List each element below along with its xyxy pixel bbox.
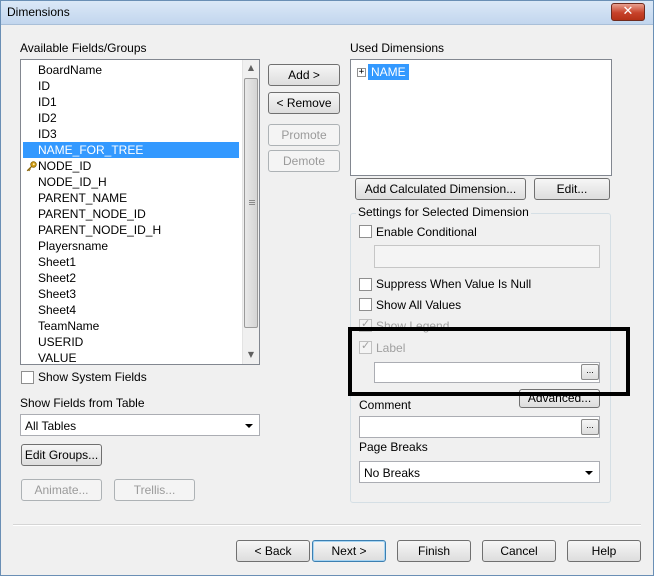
highlight-annotation-rectangle [348, 327, 630, 396]
show-fields-from-table-label: Show Fields from Table [20, 396, 145, 410]
list-item[interactable]: ID1 [38, 94, 57, 110]
list-item[interactable]: Sheet4 [38, 302, 76, 318]
comment-input[interactable] [359, 416, 600, 438]
enable-conditional-label: Enable Conditional [376, 225, 477, 239]
add-button[interactable]: Add > [268, 64, 340, 86]
list-item[interactable]: PARENT_NAME [38, 190, 127, 206]
list-item[interactable]: TeamName [38, 318, 99, 334]
scroll-up-arrow-icon[interactable]: ▲ [243, 60, 259, 76]
add-calculated-dimension-button[interactable]: Add Calculated Dimension... [355, 178, 526, 200]
cancel-button[interactable]: Cancel [482, 540, 556, 562]
list-item[interactable]: ID2 [38, 110, 57, 126]
animate-button[interactable]: Animate... [21, 479, 102, 501]
edit-groups-button[interactable]: Edit Groups... [21, 444, 102, 466]
dimensions-dialog: Dimensions ✕ Available Fields/Groups Boa… [0, 0, 654, 576]
list-item[interactable]: VALUE [38, 350, 76, 366]
list-item[interactable]: PARENT_NODE_ID [38, 206, 146, 222]
list-item[interactable]: NODE_ID_H [38, 174, 107, 190]
show-system-fields-label: Show System Fields [38, 370, 147, 384]
used-dimensions-label: Used Dimensions [350, 41, 445, 55]
comment-label: Comment [359, 398, 412, 412]
close-button[interactable]: ✕ [611, 3, 645, 21]
promote-button[interactable]: Promote [268, 124, 340, 146]
chevron-down-icon [245, 424, 253, 428]
list-item[interactable]: Playersname [38, 238, 108, 254]
list-item[interactable]: ID3 [38, 126, 57, 142]
key-icon [26, 161, 37, 172]
available-fields-list[interactable]: BoardName ID ID1 ID2 ID3 NAME_FOR_TREE NODE_ID… [20, 59, 260, 365]
finish-button[interactable]: Finish [397, 540, 471, 562]
window-title: Dimensions [7, 5, 70, 19]
scroll-down-arrow-icon[interactable]: ▼ [243, 347, 259, 363]
remove-button[interactable]: < Remove [268, 92, 340, 114]
expand-icon[interactable]: + [357, 68, 366, 77]
suppress-null-checkbox[interactable] [359, 278, 372, 291]
close-icon: ✕ [622, 4, 634, 19]
footer-separator [13, 524, 641, 526]
used-dimensions-tree[interactable]: + NAME [350, 59, 612, 176]
help-button[interactable]: Help [567, 540, 641, 562]
settings-group-title: Settings for Selected Dimension [356, 205, 531, 219]
edit-button[interactable]: Edit... [534, 178, 610, 200]
list-item[interactable]: BoardName [38, 62, 102, 78]
back-button[interactable]: < Back [236, 540, 310, 562]
available-fields-scrollbar[interactable]: ▲ ▼ [242, 60, 259, 364]
enable-conditional-checkbox[interactable] [359, 225, 372, 238]
next-button[interactable]: Next > [312, 540, 386, 562]
list-item[interactable]: Sheet3 [38, 286, 76, 302]
list-item[interactable]: Sheet2 [38, 270, 76, 286]
scrollbar-thumb[interactable] [244, 78, 258, 328]
table-select[interactable]: All Tables [20, 414, 260, 436]
page-breaks-select[interactable]: No Breaks [359, 461, 600, 483]
comment-browse-button[interactable]: ... [581, 419, 599, 435]
demote-button[interactable]: Demote [268, 150, 340, 172]
list-item[interactable]: PARENT_NODE_ID_H [38, 222, 161, 238]
chevron-down-icon [585, 471, 593, 475]
title-bar: Dimensions ✕ [1, 1, 653, 25]
table-select-value: All Tables [25, 419, 77, 433]
list-item[interactable]: ID [38, 78, 50, 94]
show-system-fields-checkbox[interactable] [21, 371, 34, 384]
tree-node-name[interactable]: NAME [368, 64, 409, 80]
list-item[interactable]: USERID [38, 334, 83, 350]
page-breaks-label: Page Breaks [359, 440, 428, 454]
conditional-field [374, 245, 600, 268]
show-all-values-checkbox[interactable] [359, 298, 372, 311]
list-item[interactable]: NODE_ID [38, 158, 91, 174]
page-breaks-value: No Breaks [364, 466, 421, 480]
suppress-null-label: Suppress When Value Is Null [376, 277, 532, 291]
list-item[interactable]: NAME_FOR_TREE [23, 142, 239, 158]
trellis-button[interactable]: Trellis... [114, 479, 195, 501]
show-all-values-label: Show All Values [376, 298, 462, 312]
list-item[interactable]: Sheet1 [38, 254, 76, 270]
available-fields-label: Available Fields/Groups [20, 41, 147, 55]
